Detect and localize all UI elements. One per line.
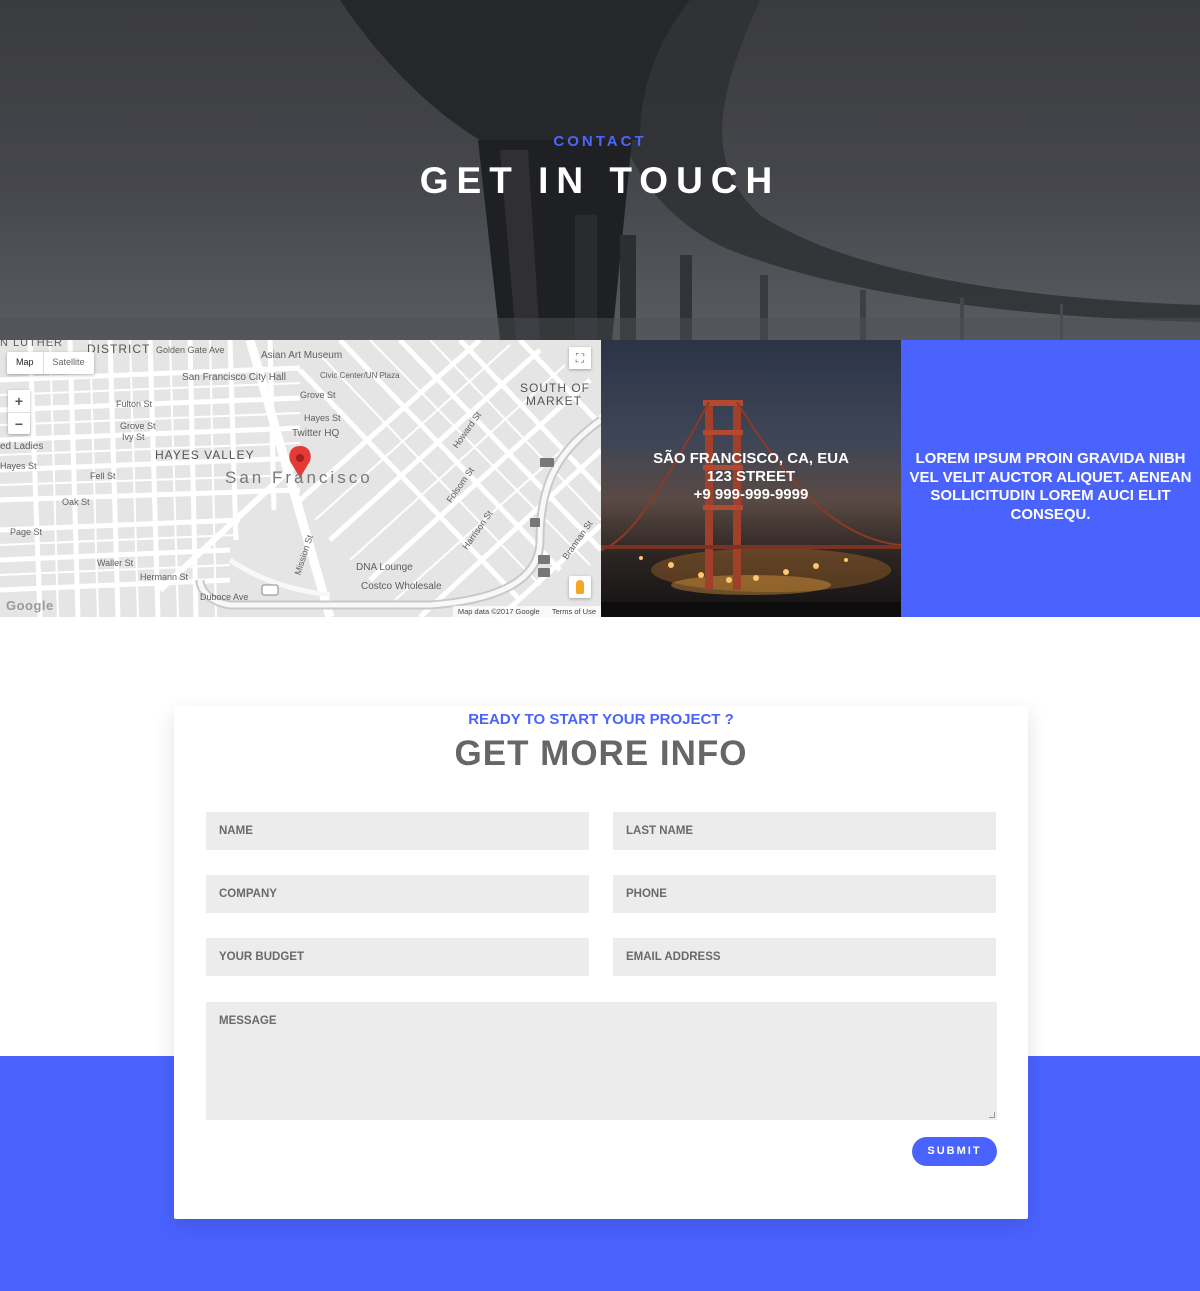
lorem-text-block: LOREM IPSUM PROIN GRAVIDA NIBH VEL VELIT… xyxy=(901,450,1200,524)
contact-form-card: READY TO START YOUR PROJECT ? GET MORE I… xyxy=(174,706,1028,1219)
map-label-hayes: Hayes St xyxy=(304,413,341,423)
lorem-line: SOLLICITUDIN LOREM AUCI ELIT xyxy=(930,487,1171,504)
lorem-line: VEL VELIT AUCTOR ALIQUET. AENEAN xyxy=(909,468,1192,486)
phone-field[interactable]: PHONE xyxy=(613,875,996,913)
map-tab-satellite[interactable]: Satellite xyxy=(42,352,94,374)
map-label-ivy: Ivy St xyxy=(122,432,145,442)
map-label-painted-ladies: ed Ladies xyxy=(0,441,44,452)
name-field[interactable]: NAME xyxy=(206,812,589,850)
company-field[interactable]: COMPANY xyxy=(206,875,589,913)
map-label-san-francisco: San Francisco xyxy=(225,468,373,487)
hero-title: GET IN TOUCH xyxy=(419,160,781,201)
map-type-toggle: Map Satellite xyxy=(7,352,94,374)
zoom-in-button[interactable]: + xyxy=(8,390,30,412)
map-label-grove-2: Grove St xyxy=(300,390,336,400)
map-label-south-of: SOUTH OF xyxy=(520,381,590,395)
contact-info-strip: N LUTHER DISTRICT Golden Gate Ave Asian … xyxy=(0,340,1200,617)
address-city: SÃO FRANCISCO, CA, EUA xyxy=(653,450,849,467)
address-street: 123 STREET xyxy=(706,468,796,485)
map-label-duboce: Duboce Ave xyxy=(200,592,249,602)
submit-button[interactable]: SUBMIT xyxy=(912,1137,997,1166)
map-label-twitter: Twitter HQ xyxy=(292,428,340,439)
map-label-costco: Costco Wholesale xyxy=(361,581,442,592)
lorem-line: LOREM IPSUM PROIN GRAVIDA NIBH xyxy=(915,450,1186,467)
location-photo-card: SÃO FRANCISCO, CA, EUA 123 STREET +9 999… xyxy=(601,340,901,617)
map-label-district: DISTRICT xyxy=(87,342,151,356)
form-title: GET MORE INFO xyxy=(454,734,748,773)
map-label-waller: Waller St xyxy=(97,558,134,568)
map-label-fulton: Fulton St xyxy=(116,399,153,409)
map-label-oak: Oak St xyxy=(62,497,90,507)
hero-section: CONTACT GET IN TOUCH xyxy=(0,0,1200,340)
form-eyebrow: READY TO START YOUR PROJECT ? xyxy=(468,711,734,728)
map-label-hayes-valley: HAYES VALLEY xyxy=(155,448,255,462)
map-attribution: Map data ©2017 Google Terms of Use xyxy=(452,606,601,617)
last-name-field[interactable]: LAST NAME xyxy=(613,812,996,850)
resize-handle-icon[interactable] xyxy=(989,1112,995,1118)
message-textarea[interactable]: MESSAGE xyxy=(206,1002,997,1120)
map-label-market: MARKET xyxy=(526,394,583,408)
lorem-info-card: LOREM IPSUM PROIN GRAVIDA NIBH VEL VELIT… xyxy=(901,340,1200,617)
map-label-civic-center: Civic Center/UN Plaza xyxy=(320,371,400,380)
map-label-city-hall: San Francisco City Hall xyxy=(182,372,286,383)
map-tab-map[interactable]: Map xyxy=(7,352,43,374)
map-label-luther: N LUTHER xyxy=(0,340,64,349)
email-field[interactable]: EMAIL ADDRESS xyxy=(613,938,996,976)
map-data-credit: Map data ©2017 Google xyxy=(457,607,540,616)
street-view-pegman-icon[interactable] xyxy=(569,576,591,598)
map-label-golden-gate: Golden Gate Ave xyxy=(156,345,225,355)
message-placeholder: MESSAGE xyxy=(219,1015,277,1027)
map-label-grove: Grove St xyxy=(120,421,156,431)
map-zoom-controls: + − xyxy=(8,390,30,434)
zoom-out-button[interactable]: − xyxy=(8,412,30,434)
google-map[interactable]: N LUTHER DISTRICT Golden Gate Ave Asian … xyxy=(0,340,601,617)
address-block: SÃO FRANCISCO, CA, EUA 123 STREET +9 999… xyxy=(601,450,901,504)
hero-eyebrow: CONTACT xyxy=(553,133,647,150)
map-label-dna-lounge: DNA Lounge xyxy=(356,562,413,573)
map-label-fell: Fell St xyxy=(90,471,116,481)
map-label-hermann: Hermann St xyxy=(140,572,189,582)
map-label-asian-art: Asian Art Museum xyxy=(261,350,343,361)
lorem-line: CONSEQU. xyxy=(1010,505,1091,523)
budget-field[interactable]: YOUR BUDGET xyxy=(206,938,589,976)
fullscreen-icon[interactable]: ⛶ xyxy=(569,347,591,369)
map-label-page: Page St xyxy=(10,527,43,537)
terms-of-use-link[interactable]: Terms of Use xyxy=(552,607,596,616)
map-label-hayes-west: Hayes St xyxy=(0,461,37,471)
address-phone: +9 999-999-9999 xyxy=(693,486,809,503)
google-logo: Google xyxy=(6,598,54,613)
